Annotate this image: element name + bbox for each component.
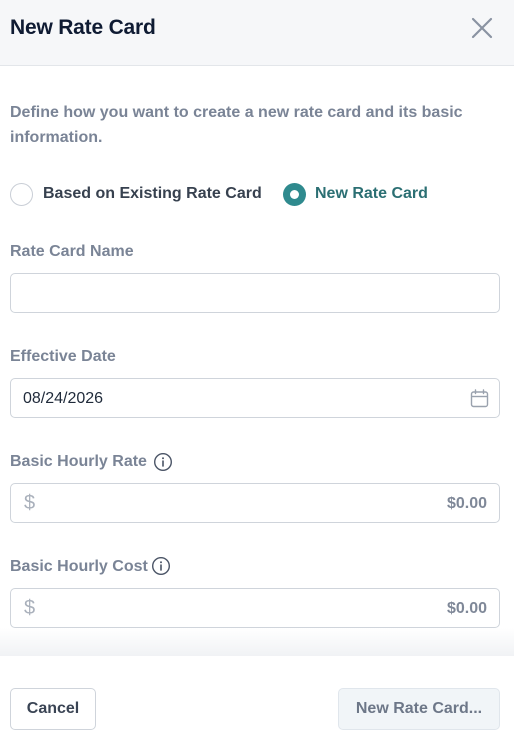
dialog-header: New Rate Card [0, 0, 514, 66]
close-icon[interactable] [470, 16, 494, 40]
radio-label: New Rate Card [315, 185, 428, 202]
rate-card-name-label: Rate Card Name [10, 243, 134, 260]
effective-date-value: 08/24/2026 [23, 390, 104, 407]
effective-date-input[interactable]: 08/24/2026 [10, 378, 500, 418]
radio-label: Based on Existing Rate Card [43, 185, 262, 202]
dollar-sign-icon: $ [24, 597, 36, 619]
radio-new-rate-card[interactable]: New Rate Card [283, 182, 443, 208]
info-icon[interactable] [151, 556, 171, 576]
dialog-description: Define how you want to create a new rate… [10, 104, 463, 146]
dollar-sign-icon: $ [24, 492, 36, 514]
footer-divider-shadow [0, 628, 514, 658]
calendar-icon[interactable] [470, 389, 489, 408]
effective-date-label: Effective Date [10, 348, 116, 365]
radio-circle-unchecked[interactable] [10, 183, 33, 206]
rate-card-name-input[interactable] [10, 273, 500, 313]
cancel-button[interactable]: Cancel [10, 688, 96, 730]
basic-hourly-rate-label: Basic Hourly Rate [10, 453, 147, 470]
basic-hourly-cost-input[interactable]: $ $0.00 [10, 588, 500, 628]
dialog-title: New Rate Card [10, 16, 156, 39]
create-rate-card-button[interactable]: New Rate Card... [338, 688, 500, 730]
radio-circle-checked[interactable] [283, 183, 306, 206]
basic-hourly-cost-value: $0.00 [446, 600, 487, 617]
basic-hourly-rate-input[interactable]: $ $0.00 [10, 483, 500, 523]
dialog-footer: Cancel New Rate Card... [0, 656, 514, 750]
info-icon[interactable] [153, 452, 173, 472]
radio-based-on-existing[interactable]: Based on Existing Rate Card [10, 182, 270, 208]
basic-hourly-cost-label: Basic Hourly Cost [10, 558, 148, 575]
basic-hourly-rate-value: $0.00 [446, 495, 487, 512]
